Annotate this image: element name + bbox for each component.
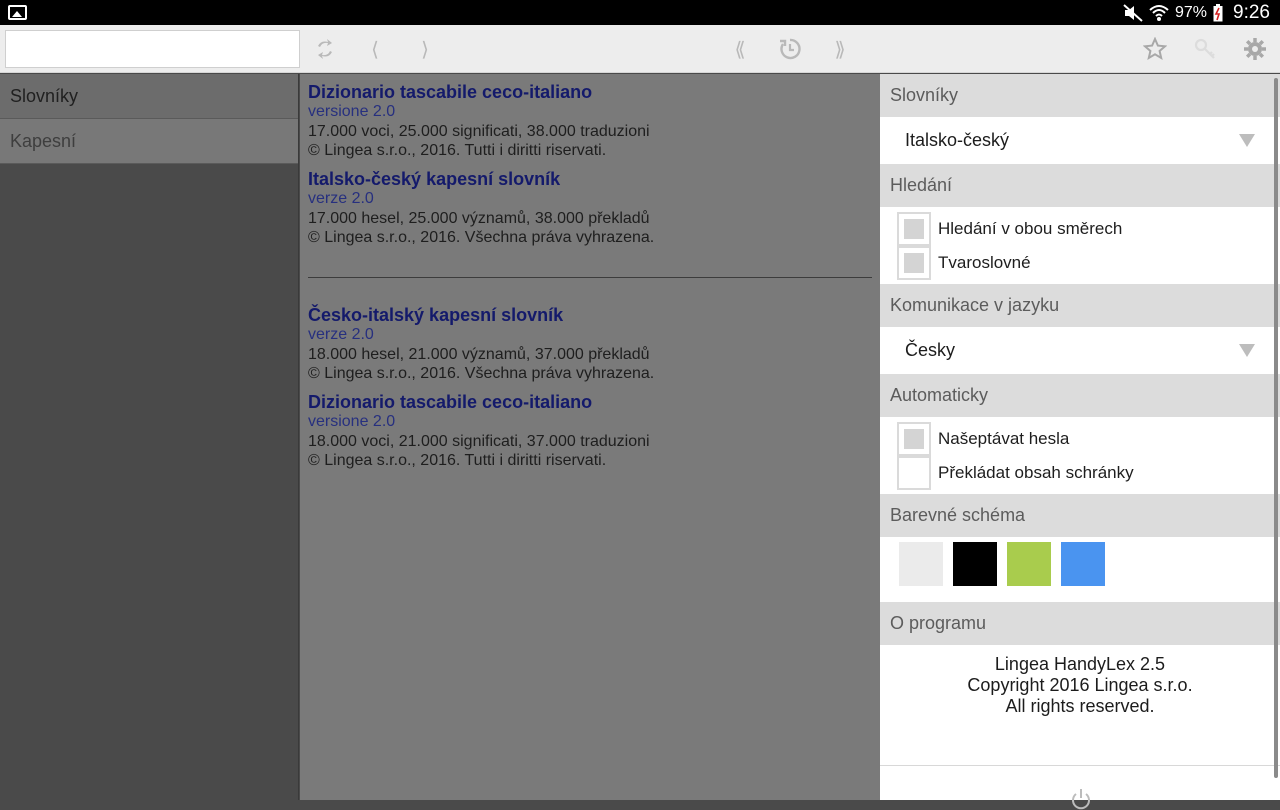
about-copyright: Copyright 2016 Lingea s.r.o. [967,675,1193,695]
entry-version: versione 2.0 [308,103,396,120]
color-swatch-green[interactable] [1007,542,1051,586]
checkbox-label: Hledání v obou směrech [938,219,1123,238]
checkbox-box[interactable] [897,246,931,280]
settings-panel: Slovníky Italsko-český Hledání Hledání v… [880,74,1280,810]
checkbox-box[interactable] [897,212,931,246]
list-item[interactable]: Dizionario tascabile ceco-italiano versi… [308,82,872,160]
dropdown-arrow-icon [1239,134,1255,147]
entry-version: versione 2.0 [308,413,396,430]
section-heading-language: Komunikace v jazyku [880,284,1280,327]
automatic-options: Našeptávat hesla Překládat obsah schránk… [880,417,1280,494]
search-options: Hledání v obou směrech Tvaroslovné [880,207,1280,284]
color-swatch-light[interactable] [899,542,943,586]
search-input[interactable] [5,30,300,68]
gear-icon[interactable] [1240,34,1270,64]
checkbox-clipboard[interactable]: Překládat obsah schránky [897,456,1280,490]
star-icon[interactable] [1140,34,1170,64]
forward-icon[interactable]: ⟩ [410,34,440,64]
section-heading-colors: Barevné schéma [880,494,1280,537]
checkbox-suggest[interactable]: Našeptávat hesla [897,422,1280,456]
sidebar-item-pocket[interactable]: Kapesní [0,119,298,164]
power-icon[interactable] [1070,788,1092,810]
dropdown-arrow-icon [1239,344,1255,357]
key-icon[interactable] [1190,34,1220,64]
section-heading-dictionaries: Slovníky [880,74,1280,117]
checkbox-label: Tvaroslovné [938,253,1031,272]
section-heading-automatic: Automaticky [880,374,1280,417]
checkbox-box[interactable] [897,456,931,490]
list-item[interactable]: Italsko-český kapesní slovník verze 2.0 … [308,169,872,247]
entry-stats: 17.000 voci, 25.000 significati, 38.000 … [308,123,650,140]
clock: 9:26 [1233,1,1270,23]
checkbox-label: Našeptávat hesla [938,429,1070,448]
status-bar: 97% 9:26 [0,0,1280,25]
sidebar-item-dictionaries[interactable]: Slovníky [0,74,298,119]
first-icon[interactable]: ⟪ [725,34,755,64]
status-icons: 97% 9:26 [1123,0,1270,25]
wifi-icon [1149,4,1169,21]
divider [308,277,872,278]
section-heading-search: Hledání [880,164,1280,207]
about-rights: All rights reserved. [1005,696,1155,716]
entry-title[interactable]: Česko-italský kapesní slovník [308,305,872,325]
entry-title[interactable]: Dizionario tascabile ceco-italiano [308,392,872,412]
color-swatches [880,537,1280,602]
mute-icon [1123,3,1143,22]
gallery-icon [8,5,27,20]
entry-stats: 18.000 hesel, 21.000 významů, 37.000 pře… [308,346,650,363]
entry-copyright: © Lingea s.r.o., 2016. Všechna práva vyh… [308,365,655,382]
battery-icon [1213,3,1223,21]
entry-copyright: © Lingea s.r.o., 2016. Tutti i diritti r… [308,452,607,469]
scrollbar[interactable] [1274,78,1278,778]
section-heading-about: O programu [880,602,1280,645]
toolbar: ⟨ ⟩ ⟪ ⟫ [0,25,1280,73]
checkbox-morphology[interactable]: Tvaroslovné [897,246,1280,280]
color-swatch-black[interactable] [953,542,997,586]
last-icon[interactable]: ⟫ [825,34,855,64]
entry-stats: 18.000 voci, 21.000 significati, 37.000 … [308,433,650,450]
entry-copyright: © Lingea s.r.o., 2016. Tutti i diritti r… [308,142,607,159]
checkbox-label: Překládat obsah schránky [938,463,1134,482]
entry-title[interactable]: Dizionario tascabile ceco-italiano [308,82,872,102]
battery-percent: 97% [1174,3,1208,21]
list-item[interactable]: Dizionario tascabile ceco-italiano versi… [308,392,872,470]
dictionary-select[interactable]: Italsko-český [880,117,1280,164]
swap-icon[interactable] [310,34,340,64]
entry-stats: 17.000 hesel, 25.000 významů, 38.000 pře… [308,210,650,227]
sidebar: Slovníky Kapesní [0,74,299,800]
entry-copyright: © Lingea s.r.o., 2016. Všechna práva vyh… [308,229,655,246]
color-swatch-blue[interactable] [1061,542,1105,586]
dictionary-select-value: Italsko-český [905,130,1010,150]
entry-version: verze 2.0 [308,326,374,343]
checkbox-both-directions[interactable]: Hledání v obou směrech [897,212,1280,246]
language-select-value: Česky [905,340,956,360]
dictionary-list: Dizionario tascabile ceco-italiano versi… [300,74,880,800]
checkbox-box[interactable] [897,422,931,456]
back-icon[interactable]: ⟨ [360,34,390,64]
entry-version: verze 2.0 [308,190,374,207]
list-item[interactable]: Česko-italský kapesní slovník verze 2.0 … [308,305,872,383]
history-icon[interactable] [775,34,805,64]
entry-title[interactable]: Italsko-český kapesní slovník [308,169,872,189]
about-product: Lingea HandyLex 2.5 [994,654,1166,674]
language-select[interactable]: Česky [880,327,1280,374]
about-text: Lingea HandyLex 2.5 Copyright 2016 Linge… [880,645,1280,766]
